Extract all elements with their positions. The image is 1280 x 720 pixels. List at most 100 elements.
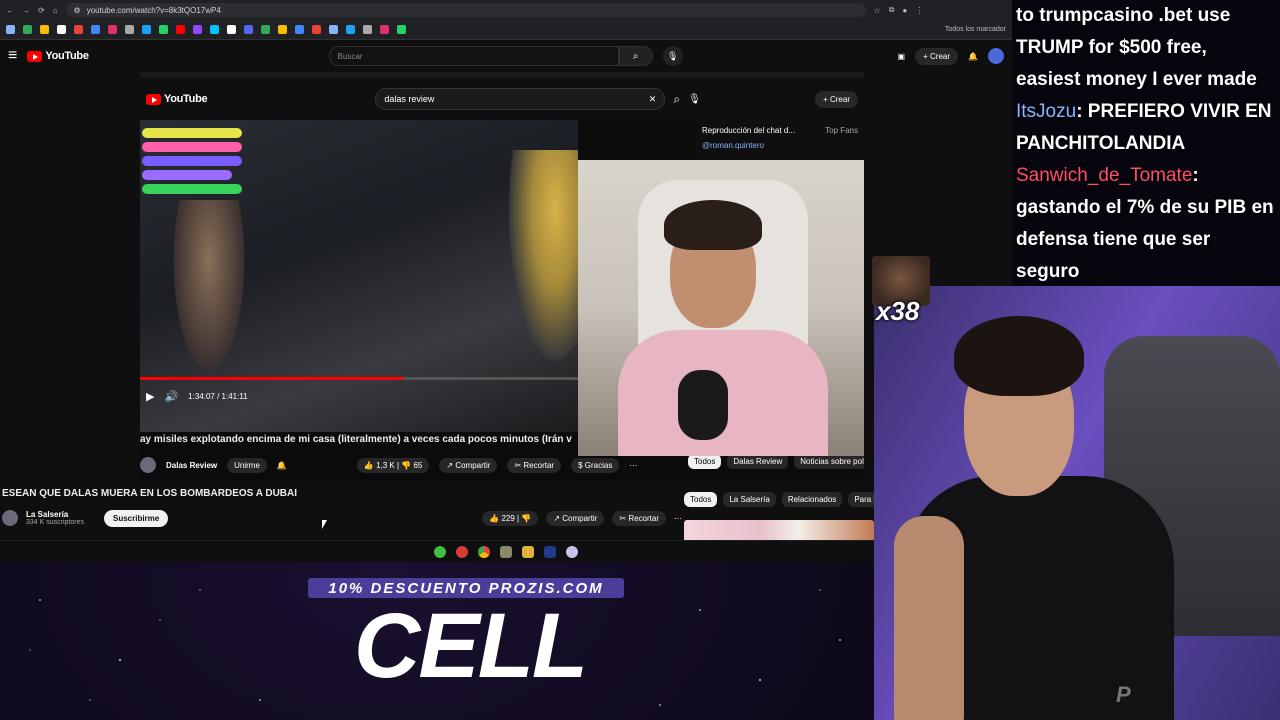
- inner-create-button: + Crear: [815, 90, 858, 108]
- stream-frame: ← → ⟳ ⌂ ⚙ youtube.com/watch?v=8k3tQO17wP…: [0, 0, 1280, 720]
- chat-message: Sanwich_de_Tomate: gastando el 7% de su …: [1016, 165, 1274, 282]
- bookmark-icon[interactable]: [108, 25, 117, 34]
- bookmark-icon[interactable]: [176, 25, 185, 34]
- related-video-thumbnail[interactable]: [684, 520, 874, 542]
- address-bar[interactable]: ⚙ youtube.com/watch?v=8k3tQO17wP4: [65, 3, 866, 17]
- inner-person-right: [500, 150, 578, 390]
- bookmark-icon[interactable]: [40, 25, 49, 34]
- back-icon[interactable]: ←: [6, 6, 14, 15]
- notifications-bell-icon[interactable]: 🔔: [968, 52, 978, 61]
- search-input[interactable]: Buscar: [328, 46, 619, 66]
- star-icon[interactable]: ☆: [874, 6, 881, 15]
- streamer: P: [894, 316, 1204, 720]
- reload-icon[interactable]: ⟳: [38, 6, 45, 15]
- inner-related-chips: Todos Dalas Review Noticias sobre políti: [688, 454, 864, 469]
- inner-search-icon: ⌕: [673, 91, 681, 106]
- subscribe-button[interactable]: Suscribirme: [103, 509, 169, 527]
- sponsor-code: CELL: [353, 595, 588, 697]
- site-info-icon[interactable]: ⚙: [74, 6, 81, 15]
- emote-combo: x38: [872, 256, 930, 328]
- stream-chat-overlay: to trumpcasino .bet use TRUMP for $500 f…: [1012, 0, 1280, 290]
- player-controls: ▶ 🔊 1:34:07 / 1:41:11: [140, 382, 578, 410]
- microphone-icon[interactable]: 🎙: [662, 46, 683, 66]
- inner-chat-bars: [142, 128, 242, 198]
- bookmark-icon[interactable]: [210, 25, 219, 34]
- app-icon[interactable]: [500, 545, 512, 558]
- shirt-logo-icon: P: [1116, 682, 1131, 707]
- bookmark-icon[interactable]: [91, 25, 100, 34]
- home-icon[interactable]: ⌂: [53, 6, 58, 15]
- forward-icon[interactable]: →: [22, 6, 30, 15]
- share-button[interactable]: ↗ Compartir: [546, 510, 605, 526]
- bookmark-icon[interactable]: [295, 25, 304, 34]
- inner-youtube-logo: YouTube: [146, 93, 208, 105]
- profile-icon[interactable]: ●: [902, 6, 907, 15]
- browser-toolbar: ← → ⟳ ⌂ ⚙ youtube.com/watch?v=8k3tQO17wP…: [0, 0, 1012, 20]
- account-avatar[interactable]: [988, 48, 1004, 64]
- bookmark-icon[interactable]: [193, 25, 202, 34]
- inner-channel-avatar: [140, 457, 156, 473]
- bookmark-icon[interactable]: [312, 25, 321, 34]
- browser-window: ← → ⟳ ⌂ ⚙ youtube.com/watch?v=8k3tQO17wP…: [0, 0, 1012, 562]
- folder-icon[interactable]: [522, 545, 534, 558]
- channel-name[interactable]: La Salsería: [26, 510, 84, 519]
- channel-row: La Salsería 334 K suscriptores Suscribir…: [2, 506, 682, 530]
- app-icon[interactable]: [434, 545, 446, 558]
- bookmark-icon[interactable]: [397, 25, 406, 34]
- bookmark-icon[interactable]: [57, 25, 66, 34]
- url-text: youtube.com/watch?v=8k3tQO17wP4: [86, 5, 221, 15]
- youtube-play-icon: [27, 50, 43, 62]
- bookmarks-bar: Todos los marcador: [0, 20, 1012, 40]
- cast-icon[interactable]: ▣: [898, 52, 906, 61]
- more-actions-icon[interactable]: ⋯: [674, 514, 682, 523]
- inner-person-left: [164, 200, 254, 400]
- app-icon[interactable]: [456, 545, 468, 558]
- bookmark-icon[interactable]: [6, 25, 15, 34]
- search-icon[interactable]: ⌕: [618, 46, 653, 66]
- bookmark-icon[interactable]: [346, 25, 355, 34]
- bookmark-icon[interactable]: [329, 25, 338, 34]
- bookmark-icon[interactable]: [23, 25, 32, 34]
- clip-button[interactable]: ✂ Recortar: [612, 510, 666, 526]
- inner-live-chat-panel: Reproducción del chat d... Top Fans @rom…: [696, 120, 864, 160]
- play-icon: ▶: [146, 390, 155, 403]
- bookmark-icon[interactable]: [227, 25, 236, 34]
- chip-todos[interactable]: Todos: [684, 492, 718, 507]
- bookmark-icon[interactable]: [74, 25, 83, 34]
- chrome-icon[interactable]: [478, 545, 490, 558]
- youtube-header: ≡ YouTube Buscar ⌕ 🎙 ▣ + Crear 🔔: [0, 40, 1012, 72]
- bookmark-icon[interactable]: [380, 25, 389, 34]
- bookmark-icon[interactable]: [278, 25, 287, 34]
- like-button[interactable]: 👍 229 | 👎: [482, 510, 539, 526]
- bookmark-icon[interactable]: [261, 25, 270, 34]
- photoshop-icon[interactable]: [544, 545, 556, 558]
- chip-related[interactable]: Relacionados: [781, 492, 843, 507]
- inner-video-frame: ▶ 🔊 1:34:07 / 1:41:11: [140, 120, 578, 432]
- extensions-icon[interactable]: ⧉: [889, 5, 895, 15]
- video-player[interactable]: YouTube dalas review ✕ ⌕ 🎙 + Crear ▶ 🔊 1…: [140, 72, 864, 480]
- app-icon[interactable]: [566, 545, 578, 558]
- chat-username: ItsJozu: [1016, 101, 1077, 122]
- menu-icon[interactable]: ⋮: [915, 6, 923, 15]
- hamburger-menu-icon[interactable]: ≡: [8, 47, 17, 65]
- all-bookmarks-link[interactable]: Todos los marcador: [945, 26, 1006, 33]
- bookmark-icon[interactable]: [125, 25, 134, 34]
- bell-icon: 🔔: [276, 460, 287, 470]
- bookmark-icon[interactable]: [159, 25, 168, 34]
- youtube-logo[interactable]: YouTube: [27, 50, 89, 62]
- bookmark-icon[interactable]: [244, 25, 253, 34]
- video-title: ESEAN QUE DALAS MUERA EN LOS BOMBARDEOS …: [2, 488, 298, 499]
- clear-search-icon: ✕: [648, 93, 657, 104]
- bookmark-icon[interactable]: [363, 25, 372, 34]
- related-chips: Todos La Salsería Relacionados Para ti: [684, 492, 884, 507]
- channel-avatar[interactable]: [2, 510, 18, 526]
- create-button[interactable]: + Crear: [915, 47, 959, 65]
- time-display: 1:34:07 / 1:41:11: [188, 391, 248, 401]
- bookmark-icon[interactable]: [142, 25, 151, 34]
- chat-message: ItsJozu: PREFIERO VIVIR EN PANCHITOLANDI…: [1016, 101, 1272, 154]
- streamer-webcam: P: [874, 286, 1280, 720]
- inner-microphone-icon: 🎙: [688, 93, 701, 105]
- subscriber-count: 334 K suscriptores: [26, 519, 84, 526]
- taskbar: [0, 540, 1012, 562]
- chip-channel[interactable]: La Salsería: [723, 492, 776, 507]
